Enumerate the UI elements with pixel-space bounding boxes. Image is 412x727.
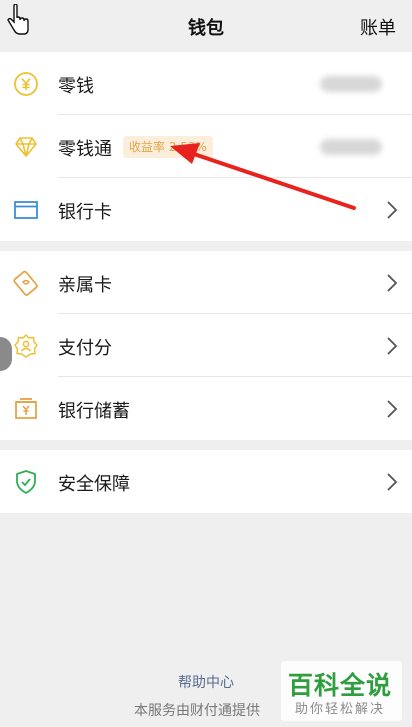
row-family-card[interactable]: 亲属卡: [0, 251, 412, 314]
page-title: 钱包: [188, 18, 224, 39]
row-label: 银行储蓄: [58, 401, 130, 422]
chevron-right-icon: [387, 337, 398, 355]
bill-button[interactable]: 账单: [360, 14, 396, 40]
row-label: 亲属卡: [58, 275, 112, 296]
row-label: 零钱: [58, 76, 94, 97]
chevron-right-icon: [387, 201, 398, 219]
blurred-amount: [320, 76, 382, 92]
watermark-subtitle: 助你轻松解决: [295, 702, 386, 717]
bank-card-icon: [14, 201, 38, 219]
row-label: 银行卡: [58, 202, 112, 223]
shield-icon: [16, 470, 36, 494]
watermark-title: 百科全说: [288, 671, 393, 700]
yuan-coin-icon: [14, 72, 38, 96]
row-security[interactable]: 安全保障: [0, 450, 412, 513]
chevron-right-icon: [387, 400, 398, 418]
pay-score-icon: [14, 334, 38, 358]
service-provider-text: 本服务由财付通提供: [134, 703, 260, 719]
chevron-right-icon: [387, 473, 398, 491]
row-label: 安全保障: [58, 474, 130, 495]
row-change[interactable]: 零钱: [0, 52, 412, 115]
row-pay-score[interactable]: 支付分: [0, 314, 412, 377]
chevron-right-icon: [387, 274, 398, 292]
header: 钱包 账单: [0, 0, 412, 52]
row-bank-deposit[interactable]: 银行储蓄: [0, 377, 412, 440]
annotation-arrow: [170, 143, 356, 210]
family-card-icon: [13, 270, 38, 296]
wallet-group-services: 亲属卡 支付分 银行储蓄: [0, 251, 412, 440]
row-label: 零钱通: [58, 139, 112, 160]
bank-deposit-icon: [15, 398, 37, 419]
wallet-group-security: 安全保障: [0, 450, 412, 513]
diamond-icon: [15, 137, 37, 157]
watermark: 百科全说 助你轻松解决: [281, 661, 402, 721]
row-label: 支付分: [58, 338, 112, 359]
